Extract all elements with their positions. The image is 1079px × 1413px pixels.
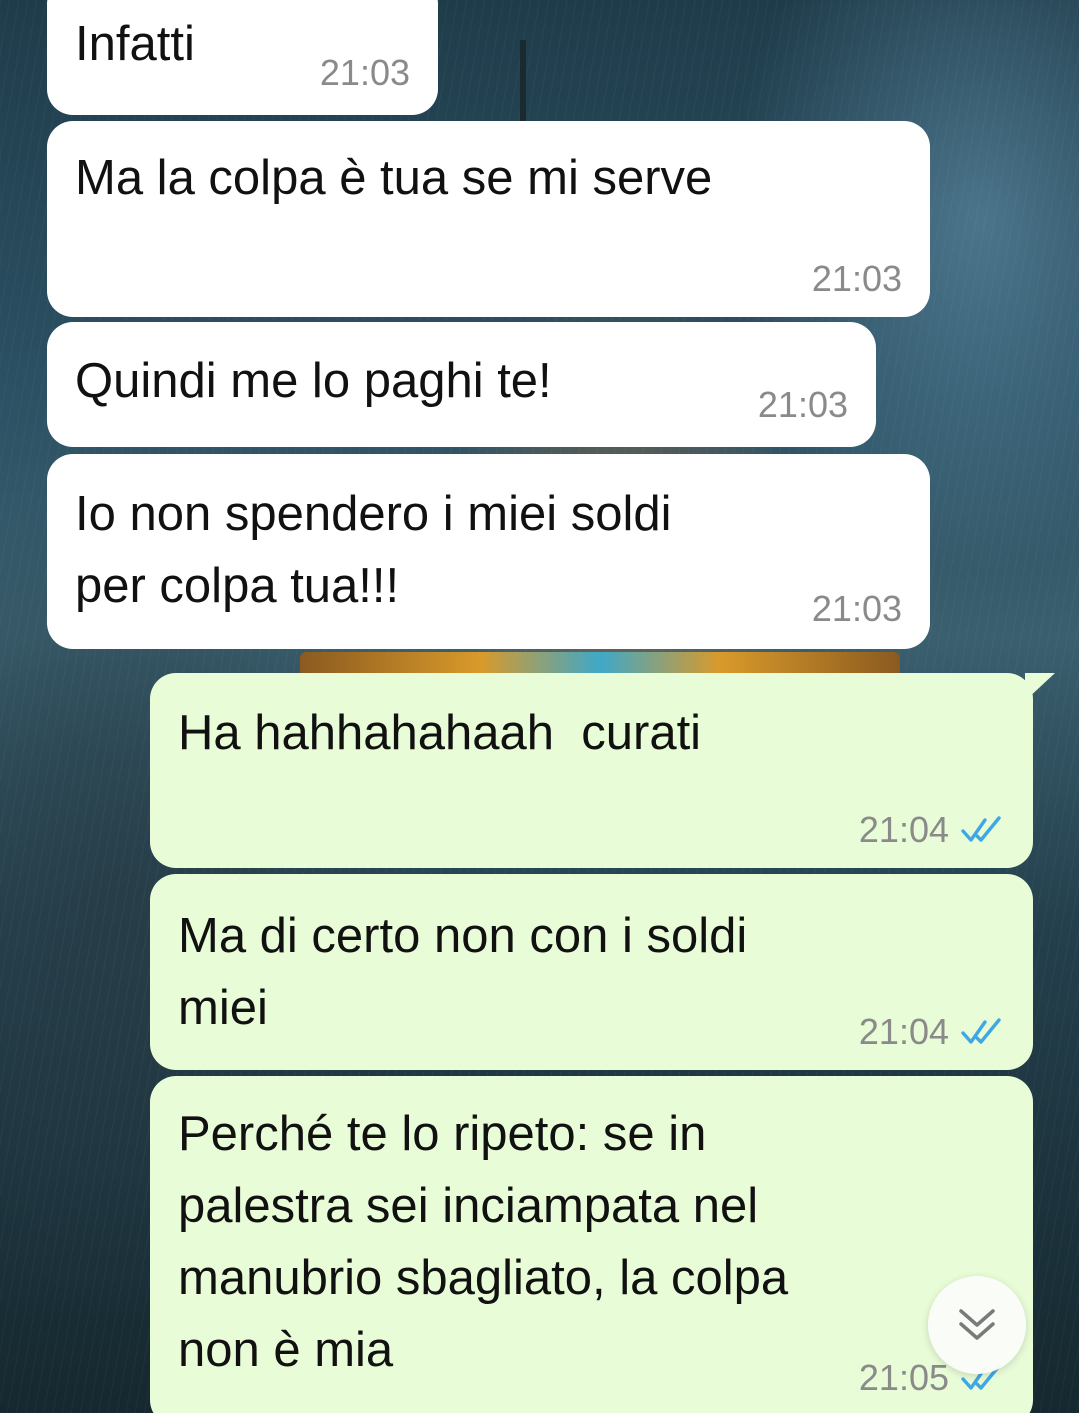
double-check-icon <box>961 816 1001 842</box>
outgoing-message[interactable]: Perché te lo ripeto: se in palestra sei … <box>150 1076 1033 1413</box>
message-time: 21:03 <box>757 384 848 425</box>
chat-area[interactable]: Infatti 21:03 Ma la colpa è tua se mi se… <box>0 0 1079 1413</box>
message-text: Quindi me lo paghi te! <box>75 354 552 408</box>
message-text: Ha hahhahahaah curati <box>178 706 702 760</box>
scroll-to-bottom-button[interactable] <box>928 1276 1026 1374</box>
chevron-double-down-icon <box>959 1309 995 1340</box>
incoming-message[interactable]: Infatti 21:03 <box>31 0 438 115</box>
message-text: Perché te lo ripeto: se in palestra sei … <box>178 1107 789 1377</box>
message-text: Ma la colpa è tua se mi serve <box>75 151 713 205</box>
outgoing-message[interactable]: Ha hahhahahaah curati 21:04 <box>150 673 1055 868</box>
bubble-tail <box>31 0 55 4</box>
message-time: 21:05 <box>858 1357 949 1398</box>
message-text: Io non spendero i miei soldi per colpa t… <box>75 487 672 613</box>
incoming-message[interactable]: Io non spendero i miei soldi per colpa t… <box>47 454 930 649</box>
bubble-tail <box>1025 673 1055 701</box>
double-check-icon <box>961 1018 1001 1044</box>
message-time: 21:03 <box>811 588 902 629</box>
incoming-message[interactable]: Ma la colpa è tua se mi serve 21:03 <box>47 121 930 317</box>
message-time: 21:04 <box>858 1011 949 1052</box>
message-time: 21:03 <box>319 52 410 93</box>
message-time: 21:03 <box>811 258 902 299</box>
outgoing-message[interactable]: Ma di certo non con i soldi miei 21:04 <box>150 874 1033 1070</box>
incoming-message[interactable]: Quindi me lo paghi te! 21:03 <box>47 322 876 447</box>
message-time: 21:04 <box>858 809 949 850</box>
